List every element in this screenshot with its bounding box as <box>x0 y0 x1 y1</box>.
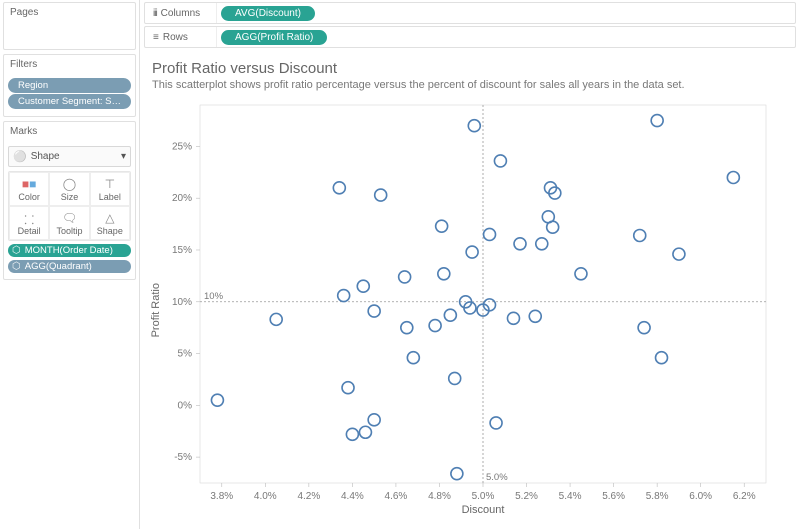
columns-icon: iii <box>153 8 157 19</box>
pages-card: Pages <box>3 2 136 50</box>
y-axis-label: Profit Ratio <box>148 283 164 337</box>
tooltip-icon: 🗨 <box>52 211 86 225</box>
field-icon: ⬡ <box>12 245 21 256</box>
rows-icon: ≡ <box>153 32 159 43</box>
shape-select-label: Shape <box>31 151 60 162</box>
scatter-plot: 10% 5.0% -5% 0% 5% 10% 15% 20% 25% 3.8% 4.0% 4.2% 4.… <box>164 97 774 517</box>
svg-text:4.8%: 4.8% <box>428 491 451 502</box>
rows-pill[interactable]: AGG(Profit Ratio) <box>221 30 327 45</box>
svg-text:4.4%: 4.4% <box>341 491 364 502</box>
columns-label: Columns <box>161 8 200 19</box>
marks-label-button[interactable]: ⊤Label <box>90 172 130 206</box>
marks-size-button[interactable]: ◯Size <box>49 172 89 206</box>
marks-field-pill[interactable]: ⬡ AGG(Quadrant) <box>8 260 131 273</box>
marks-cell-label: Size <box>61 192 79 202</box>
svg-text:Discount: Discount <box>462 504 505 516</box>
marks-cell-label: Detail <box>18 226 41 236</box>
shape-icon: ⚪ <box>13 150 27 163</box>
svg-text:10%: 10% <box>204 291 224 302</box>
pages-title: Pages <box>4 3 135 22</box>
marks-shape-button[interactable]: △Shape <box>90 206 130 240</box>
marks-card: Marks ⚪ Shape ▾ ■■Color◯Size⊤Label⸬Detai… <box>3 121 136 280</box>
marks-cell-label: Color <box>18 192 40 202</box>
left-panel: Pages Filters RegionCustomer Segment: Sm… <box>0 0 140 529</box>
field-icon: ⬡ <box>12 261 21 272</box>
chart-subtitle: This scatterplot shows profit ratio perc… <box>152 79 786 91</box>
field-label: MONTH(Order Date) <box>25 245 113 256</box>
rows-label: Rows <box>163 32 188 43</box>
svg-text:20%: 20% <box>172 193 192 204</box>
svg-text:15%: 15% <box>172 245 192 256</box>
svg-text:6.0%: 6.0% <box>689 491 712 502</box>
marks-tooltip-button[interactable]: 🗨Tooltip <box>49 206 89 240</box>
svg-text:3.8%: 3.8% <box>210 491 233 502</box>
detail-icon: ⸬ <box>12 211 46 225</box>
svg-text:5.0%: 5.0% <box>486 472 508 483</box>
chevron-down-icon: ▾ <box>121 151 126 162</box>
svg-text:25%: 25% <box>172 141 192 152</box>
columns-shelf[interactable]: iii Columns AVG(Discount) <box>144 2 796 24</box>
label-icon: ⊤ <box>93 177 127 191</box>
svg-text:0%: 0% <box>178 400 193 411</box>
marks-title: Marks <box>4 122 135 141</box>
columns-pill[interactable]: AVG(Discount) <box>221 6 315 21</box>
main-area: iii Columns AVG(Discount) ≡ Rows AGG(Pro… <box>140 0 800 529</box>
rows-shelf[interactable]: ≡ Rows AGG(Profit Ratio) <box>144 26 796 48</box>
svg-text:5.0%: 5.0% <box>472 491 495 502</box>
marks-shape-select[interactable]: ⚪ Shape ▾ <box>8 146 131 167</box>
marks-detail-button[interactable]: ⸬Detail <box>9 206 49 240</box>
svg-text:5.8%: 5.8% <box>646 491 669 502</box>
svg-text:5.2%: 5.2% <box>515 491 538 502</box>
chart-title: Profit Ratio versus Discount <box>152 60 786 77</box>
svg-text:-5%: -5% <box>174 452 192 463</box>
filters-title: Filters <box>4 55 135 74</box>
marks-cell-label: Shape <box>97 226 123 236</box>
size-icon: ◯ <box>52 177 86 191</box>
color-icon: ■■ <box>12 177 46 191</box>
svg-text:5.4%: 5.4% <box>559 491 582 502</box>
filters-card: Filters RegionCustomer Segment: Small Bu… <box>3 54 136 117</box>
shape-icon: △ <box>93 211 127 225</box>
svg-text:5.6%: 5.6% <box>602 491 625 502</box>
svg-text:10%: 10% <box>172 297 192 308</box>
marks-color-button[interactable]: ■■Color <box>9 172 49 206</box>
marks-cell-label: Tooltip <box>56 226 82 236</box>
filter-pill[interactable]: Customer Segment: Small Busin… <box>8 94 131 109</box>
svg-text:5%: 5% <box>178 349 193 360</box>
marks-field-pill[interactable]: ⬡ MONTH(Order Date) <box>8 244 131 257</box>
svg-text:6.2%: 6.2% <box>733 491 756 502</box>
svg-text:4.6%: 4.6% <box>385 491 408 502</box>
svg-text:4.0%: 4.0% <box>254 491 277 502</box>
filter-pill[interactable]: Region <box>8 78 131 93</box>
svg-text:4.2%: 4.2% <box>297 491 320 502</box>
field-label: AGG(Quadrant) <box>25 261 92 272</box>
marks-cell-label: Label <box>99 192 121 202</box>
